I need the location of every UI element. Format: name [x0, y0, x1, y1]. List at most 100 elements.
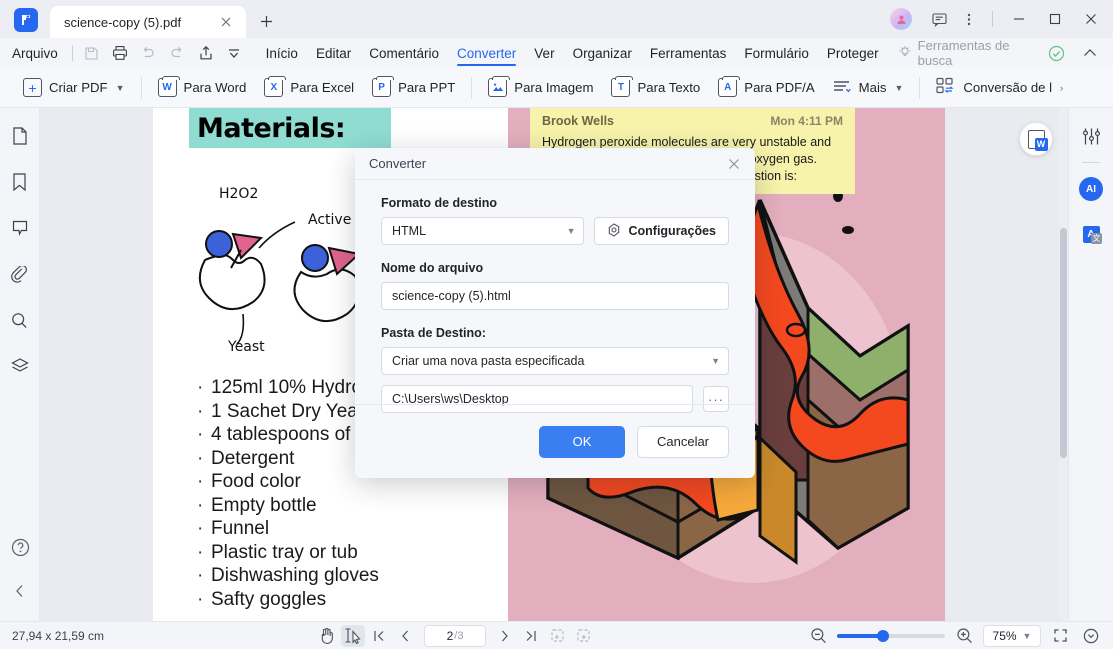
format-select[interactable]: HTML ▼ [381, 217, 585, 245]
minimize-icon[interactable] [1001, 2, 1037, 36]
menu-item-inicio[interactable]: Início [257, 42, 307, 64]
comment-icon[interactable] [8, 216, 32, 240]
criar-pdf-button[interactable]: + Criar PDF ▼ [14, 74, 134, 101]
format-row: HTML ▼ Configurações [381, 217, 729, 245]
to-ppt-icon: P [372, 76, 395, 97]
chevron-down-icon: ▼ [1022, 630, 1032, 641]
convert-to-word-floating-button[interactable] [1019, 122, 1053, 156]
para-pdfa-button[interactable]: A Para PDF/A [709, 74, 823, 101]
feedback-icon[interactable] [924, 4, 954, 34]
chevron-up-icon[interactable] [1075, 40, 1105, 66]
close-icon[interactable] [723, 153, 745, 175]
chevron-left-icon[interactable] [8, 579, 32, 603]
menu-item-editar[interactable]: Editar [307, 42, 360, 64]
para-word-button[interactable]: W Para Word [149, 74, 256, 101]
zoom-level-select[interactable]: 75% ▼ [983, 624, 1041, 647]
save-icon[interactable] [77, 40, 106, 66]
menu-item-ferramentas[interactable]: Ferramentas [641, 42, 736, 64]
translate-sub-glyph: 文 [1091, 233, 1102, 244]
para-imagem-button[interactable]: Para Imagem [479, 74, 602, 101]
zoom-slider[interactable] [837, 629, 945, 642]
zoom-out-icon[interactable] [806, 625, 830, 647]
menu-item-comentario[interactable]: Comentário [360, 42, 448, 64]
sliders-icon[interactable] [1079, 124, 1103, 148]
next-page-icon[interactable] [493, 625, 517, 647]
bullet: · [197, 588, 204, 610]
dialog-body: Formato de destino HTML ▼ Configurações … [355, 180, 755, 413]
close-window-icon[interactable] [1073, 2, 1109, 36]
dialog-title: Converter [369, 156, 427, 171]
zoom-in-icon[interactable] [952, 625, 976, 647]
para-ppt-button[interactable]: P Para PPT [363, 74, 464, 101]
settings-button[interactable]: Configurações [594, 217, 729, 245]
chevron-down-icon[interactable] [220, 40, 249, 66]
title-bar: science-copy (5).pdf [0, 0, 1113, 38]
help-icon[interactable] [8, 535, 32, 559]
undo-icon[interactable] [134, 40, 163, 66]
format-value: HTML [392, 224, 427, 238]
lightbulb-icon [898, 45, 912, 62]
first-page-icon[interactable] [367, 625, 391, 647]
tools-search[interactable]: Ferramentas de busca [898, 38, 1041, 68]
para-texto-label: Para Texto [637, 80, 701, 95]
list-item: · Dishwashing gloves [197, 564, 379, 588]
menu-item-converter[interactable]: Converter [448, 42, 525, 66]
ok-button[interactable]: OK [539, 425, 625, 458]
maximize-icon[interactable] [1037, 2, 1073, 36]
menubar-right [1041, 40, 1113, 66]
zoom-controls: 75% ▼ [806, 624, 1103, 647]
search-icon[interactable] [8, 308, 32, 332]
print-icon[interactable] [105, 40, 134, 66]
menu-item-formulario[interactable]: Formulário [735, 42, 818, 64]
close-icon[interactable] [216, 12, 236, 32]
para-excel-button[interactable]: X Para Excel [255, 74, 363, 101]
mais-button[interactable]: Mais ▼ [824, 74, 913, 102]
ai-assistant-icon[interactable]: AI [1079, 177, 1103, 201]
more-vertical-icon[interactable] [954, 4, 984, 34]
mais-label: Mais [858, 80, 887, 95]
bookmark-icon[interactable] [8, 170, 32, 194]
menu-item-ver[interactable]: Ver [525, 42, 563, 64]
materials-title: Materials: [197, 112, 346, 144]
batch-convert-icon [936, 77, 956, 98]
facing-page-view-icon[interactable] [571, 625, 595, 647]
tab-title: science-copy (5).pdf [64, 14, 182, 30]
chevron-down-icon: ▼ [894, 82, 904, 93]
fullscreen-icon[interactable] [1048, 625, 1072, 647]
share-icon[interactable] [191, 40, 220, 66]
right-sidebar: AI A 文 [1068, 108, 1113, 621]
chevron-right-icon: › [1060, 82, 1064, 93]
scrollbar-thumb[interactable] [1060, 228, 1067, 458]
redo-icon[interactable] [163, 40, 192, 66]
vertical-scrollbar[interactable] [1059, 108, 1068, 621]
bullet: · [197, 424, 204, 445]
prev-page-icon[interactable] [393, 625, 417, 647]
gear-icon [607, 222, 621, 240]
conversao-lote-button[interactable]: Conversão de l › [927, 73, 1072, 102]
menu-arquivo[interactable]: Arquivo [0, 46, 68, 61]
document-tab[interactable]: science-copy (5).pdf [50, 6, 246, 38]
list-item-text: Detergent [211, 447, 295, 469]
list-item-text: Empty bottle [211, 494, 317, 516]
cancel-button[interactable]: Cancelar [637, 425, 729, 458]
plus-icon[interactable] [252, 7, 280, 35]
folder-mode-select[interactable]: Criar uma nova pasta especificada ▼ [381, 347, 729, 375]
page-number-input[interactable]: 2 /3 [424, 624, 487, 647]
hand-tool-icon[interactable] [315, 625, 339, 647]
last-page-icon[interactable] [519, 625, 543, 647]
para-texto-button[interactable]: T Para Texto [602, 74, 709, 101]
menu-item-organizar[interactable]: Organizar [564, 42, 641, 64]
single-page-view-icon[interactable] [545, 625, 569, 647]
thumbnails-icon[interactable] [8, 124, 32, 148]
user-avatar-icon[interactable] [890, 8, 912, 30]
attachment-icon[interactable] [8, 262, 32, 286]
filename-input[interactable]: science-copy (5).html [381, 282, 729, 310]
bullet: · [197, 377, 204, 398]
more-view-icon[interactable] [1079, 625, 1103, 647]
menu-item-proteger[interactable]: Proteger [818, 42, 888, 64]
select-tool-icon[interactable] [341, 624, 366, 647]
zoom-slider-knob[interactable] [877, 629, 889, 642]
layers-icon[interactable] [8, 354, 32, 378]
translate-icon[interactable]: A 文 [1079, 223, 1103, 245]
cloud-check-icon[interactable] [1041, 40, 1071, 66]
